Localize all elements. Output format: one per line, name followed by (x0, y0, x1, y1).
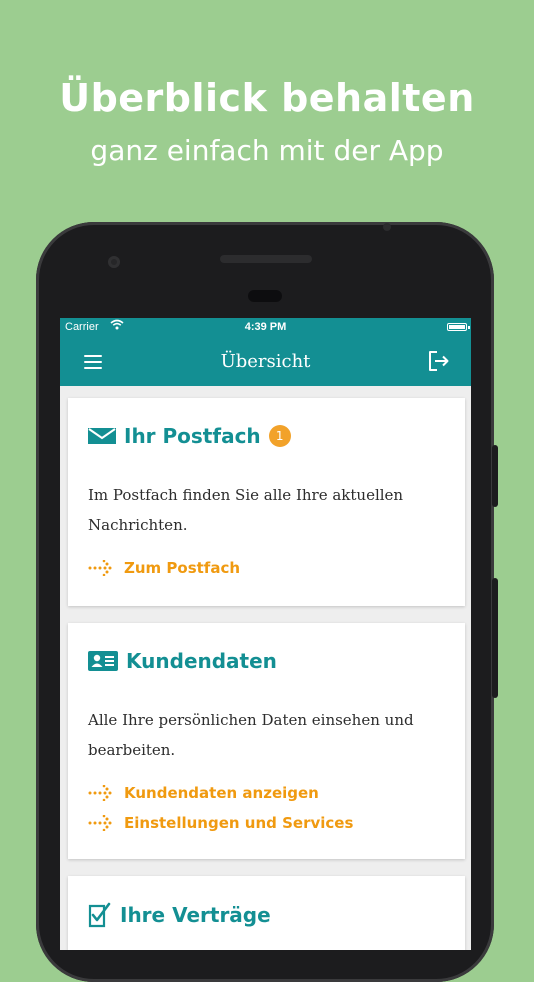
zum-postfach-label: Zum Postfach (124, 559, 241, 577)
dotted-arrow-icon (88, 560, 112, 576)
postfach-description: Im Postfach finden Sie alle Ihre aktuell… (88, 486, 404, 534)
app-screen: Carrier 4:39 PM Übersicht Ihr Postfach 1… (60, 318, 471, 950)
promo-subline: ganz einfach mit der App (90, 134, 444, 167)
postfach-card-header[interactable]: Ihr Postfach 1 (88, 424, 291, 448)
dotted-arrow-icon (88, 785, 112, 801)
phone-lens (248, 290, 282, 302)
postfach-title: Ihr Postfach (124, 424, 261, 448)
vertraege-card-header[interactable]: Ihre Verträge (88, 902, 271, 928)
vertraege-card: Ihre Verträge (68, 876, 465, 950)
dotted-arrow-icon (88, 815, 112, 831)
promo-headline: Überblick behalten (59, 76, 475, 120)
contract-check-icon (88, 902, 111, 928)
kundendaten-anzeigen-label: Kundendaten anzeigen (124, 784, 319, 802)
zum-postfach-link[interactable]: Zum Postfach (88, 559, 240, 577)
kundendaten-anzeigen-link[interactable]: Kundendaten anzeigen (88, 784, 319, 802)
battery-tip (468, 326, 470, 329)
logout-icon[interactable] (427, 350, 453, 374)
kundendaten-title: Kundendaten (126, 649, 277, 673)
einstellungen-services-label: Einstellungen und Services (124, 814, 354, 832)
kundendaten-card-header[interactable]: Kundendaten (88, 649, 277, 673)
phone-sensor (383, 223, 391, 231)
front-camera (108, 256, 120, 268)
kundendaten-card: Kundendaten Alle Ihre persönlichen Daten… (68, 623, 465, 859)
app-header: Carrier 4:39 PM Übersicht (60, 318, 471, 386)
id-card-icon (88, 651, 118, 671)
status-time: 4:39 PM (244, 321, 287, 333)
envelope-icon (88, 428, 116, 444)
phone-side-button (492, 578, 498, 698)
phone-earpiece (220, 255, 312, 263)
unread-badge: 1 (268, 425, 291, 447)
postfach-card: Ihr Postfach 1 Im Postfach finden Sie al… (68, 398, 465, 606)
phone-side-button (492, 445, 498, 507)
battery-icon (447, 323, 467, 331)
kundendaten-description: Alle Ihre persönlichen Daten einsehen un… (88, 711, 414, 759)
page-title: Übersicht (220, 351, 311, 372)
vertraege-title: Ihre Verträge (120, 903, 271, 927)
einstellungen-services-link[interactable]: Einstellungen und Services (88, 814, 353, 832)
